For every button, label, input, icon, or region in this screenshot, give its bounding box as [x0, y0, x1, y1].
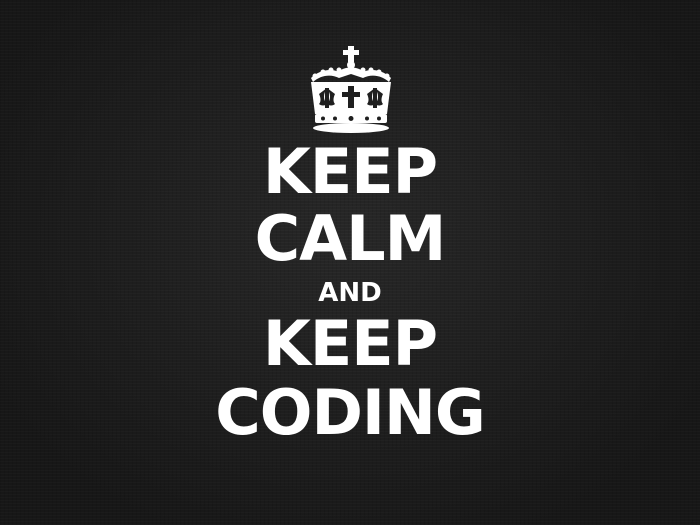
poster-line-coding: CODING: [215, 376, 486, 449]
poster-line-keep: KEEP: [262, 135, 438, 208]
poster-line-keep-2: KEEP: [262, 307, 438, 380]
poster-line-and: AND: [318, 278, 382, 308]
keep-calm-poster: KEEP CALM AND KEEP CODING: [0, 0, 700, 525]
crown-icon: [311, 46, 391, 133]
poster-line-calm: CALM: [254, 202, 447, 275]
